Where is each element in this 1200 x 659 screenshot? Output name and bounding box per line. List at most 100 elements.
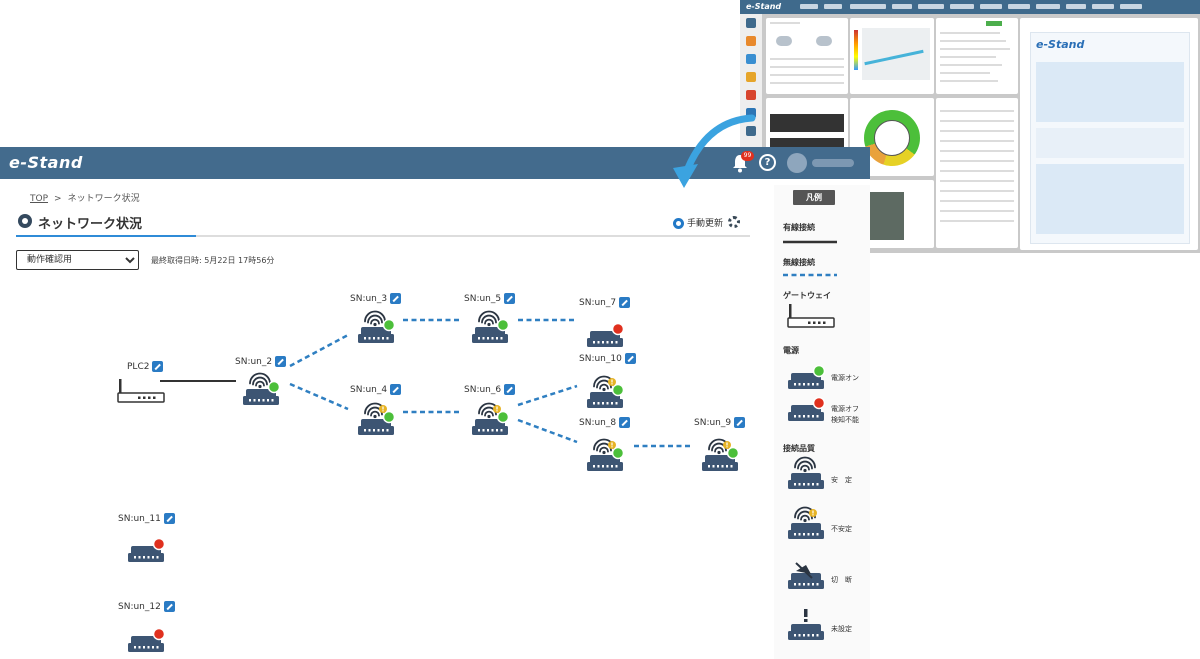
inset-nav-item [1008,4,1030,9]
warning-mark [611,442,613,446]
gateway-led [138,396,141,399]
node-label-text: SN:un_7 [579,298,617,308]
device-port [262,399,265,402]
warning-mark [726,446,728,448]
device-port [794,634,796,637]
node-label-text: SN:un_10 [579,354,622,364]
device-port [712,465,715,468]
device-body [788,580,824,589]
wifi-dot-icon [602,387,606,392]
device-port [364,337,366,340]
device-port [373,429,375,432]
inset-nav-item [1036,4,1060,9]
inset-nav-item [1092,4,1114,9]
edit-pencil-icon[interactable] [390,384,402,395]
node-label: SN:un_8 [579,417,631,428]
device-port [798,533,801,536]
node-label: SN:un_5 [464,293,516,304]
device-port [803,583,805,586]
wifi-dot-icon [373,322,377,327]
device-port [147,646,150,649]
sensor-node[interactable] [587,322,625,348]
device-port [602,402,604,405]
edit-pencil-icon[interactable] [619,297,631,308]
device-body [128,643,164,652]
edit-pencil-icon[interactable] [734,417,746,428]
device-port [717,465,719,468]
inset-nav-item [1066,4,1086,9]
warning-mark [382,410,384,412]
device-port [377,337,380,340]
node-label: SN:un_7 [579,297,631,308]
sensor-node[interactable] [358,402,396,436]
device-body [128,553,164,562]
device-port [812,634,814,637]
device-port [138,646,141,649]
device-port [143,556,145,559]
sensor-node[interactable] [243,372,281,406]
inset-grid-icon [746,18,756,28]
device-port [597,402,600,405]
device-port [368,337,371,340]
device-port [496,337,498,340]
device-port [816,533,819,536]
edit-pencil-icon[interactable] [163,601,175,612]
warning-mark [496,406,498,410]
edit-pencil-icon[interactable] [619,417,631,428]
device-body [702,462,738,471]
device-port [794,415,796,418]
sensor-node[interactable] [128,537,166,563]
edit-pencil-icon[interactable] [152,361,164,372]
device-port [602,341,604,344]
device-port [794,583,796,586]
inset-nav-item [892,4,912,9]
device-port [794,483,796,486]
power-on-indicator [496,410,510,424]
gateway-led [818,321,821,324]
unset-exclamation-dot [804,619,808,622]
device-port [798,583,801,586]
inset-nav-item [1120,4,1142,9]
device-port [138,556,141,559]
sensor-node[interactable] [587,438,625,472]
inset-sun-icon [746,72,756,82]
edit-pencil-icon[interactable] [624,353,636,364]
wifi-dot-icon [487,414,491,419]
sensor-node[interactable] [472,310,510,344]
node-label-text: SN:un_3 [350,294,388,304]
edit-pencil-icon[interactable] [504,293,516,304]
gateway-device[interactable] [117,379,165,403]
edit-pencil-icon[interactable] [163,513,175,524]
wireless-link [517,384,578,407]
sensor-node[interactable] [128,627,166,653]
power-on-indicator [496,318,510,332]
power-off-indicator [812,396,826,410]
sensor-node[interactable] [702,438,740,472]
warning-mark [812,514,814,516]
device-port [812,383,814,386]
power-on-indicator [611,446,625,460]
power-off-indicator [611,322,625,336]
inset-map-icon [746,36,756,46]
edit-pencil-icon[interactable] [504,384,516,395]
device-port [803,533,805,536]
edit-pencil-icon[interactable] [275,356,287,367]
network-map [117,310,740,653]
sensor-node[interactable] [472,402,510,436]
node-label-text: SN:un_6 [464,385,502,395]
device-port [364,429,366,432]
warning-mark [611,446,613,448]
gateway-led [148,396,151,399]
inset-logo: e-Stand [746,2,782,11]
node-label-text: SN:un_8 [579,418,617,428]
sensor-node[interactable] [358,310,396,344]
device-port [267,399,269,402]
device-port [794,383,796,386]
node-label-text: SN:un_9 [694,418,732,428]
edit-pencil-icon[interactable] [390,293,402,304]
device-port [491,337,494,340]
sensor-node[interactable] [587,375,625,409]
inset-site-panel [936,18,1018,94]
device-port [368,429,371,432]
node-label-text: SN:un_5 [464,294,502,304]
